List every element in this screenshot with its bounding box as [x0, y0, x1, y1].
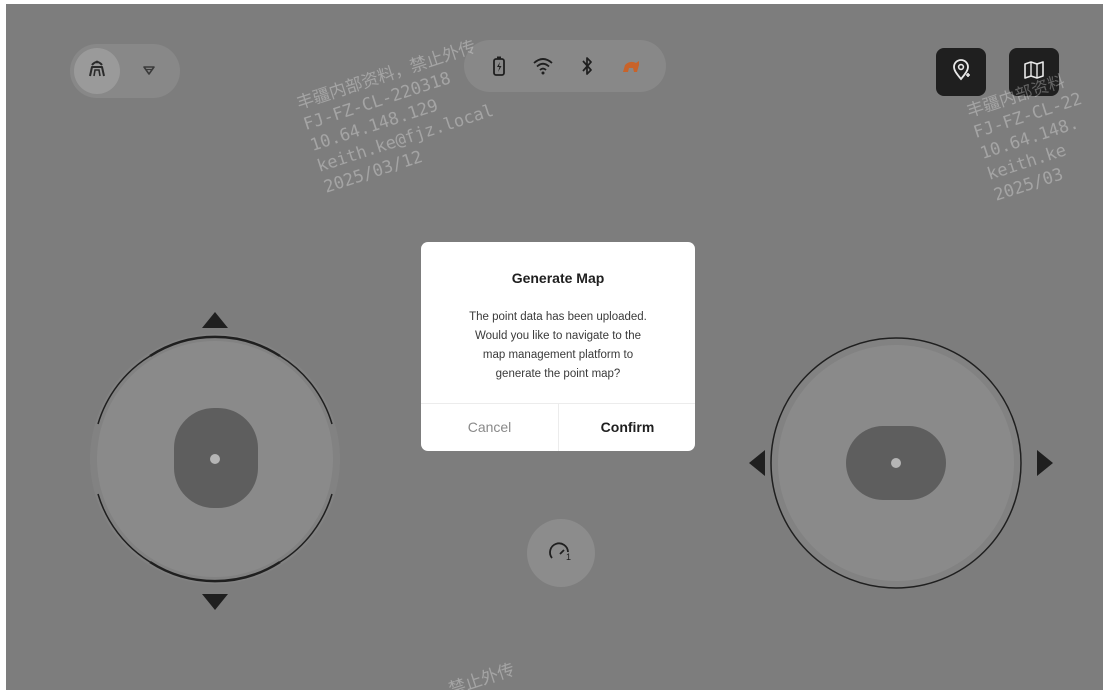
watermark-line: 10.64.148.129 — [307, 95, 441, 156]
left-joystick[interactable] — [90, 304, 340, 624]
watermark-footer: 禁止外传 — [446, 659, 517, 690]
watermark-line: 10.64.148. — [977, 113, 1082, 164]
bluetooth-icon — [576, 55, 598, 77]
location-add-icon — [949, 58, 973, 87]
generate-map-dialog: Generate Map The point data has been upl… — [421, 242, 695, 451]
watermark-line: keith.ke@fjz.local — [314, 100, 497, 177]
watermark-line: 禁止外传 — [446, 659, 518, 690]
arrow-left-icon — [749, 450, 765, 476]
filter-triangle-icon[interactable] — [138, 60, 160, 82]
robot-mode-button[interactable] — [74, 48, 120, 94]
robot-dog-icon — [84, 56, 110, 87]
status-bar — [464, 40, 666, 92]
dialog-message-line: The point data has been uploaded. — [469, 311, 647, 323]
speed-button[interactable]: 1 — [527, 519, 595, 587]
watermark-line: keith.ke — [984, 140, 1069, 185]
robot-control-screen: 1 丰疆内部资料，禁止外传 FJ-FZ-CL-220318 10.64.148.… — [6, 4, 1103, 690]
dialog-message-line: generate the point map? — [495, 368, 621, 380]
cancel-button[interactable]: Cancel — [421, 403, 558, 451]
dialog-message: The point data has been uploaded. Would … — [441, 308, 675, 384]
confirm-button[interactable]: Confirm — [559, 403, 695, 451]
watermark-line: 2025/03 — [991, 164, 1066, 206]
right-joystick[interactable] — [741, 332, 1061, 594]
wifi-icon — [532, 55, 554, 77]
watermark-line: 丰疆内部资料，禁止外传 — [294, 37, 479, 114]
mode-selector[interactable] — [70, 44, 180, 98]
map-edit-button[interactable] — [1009, 48, 1059, 96]
watermark-line: FJ-FZ-CL-22 — [971, 89, 1085, 143]
dialog-message-line: map management platform to — [482, 349, 634, 361]
arrow-up-icon — [202, 312, 228, 328]
battery-charging-icon — [488, 55, 510, 77]
speed-gauge-icon: 1 — [548, 540, 574, 566]
watermark-line: 2025/03/12 — [321, 147, 426, 198]
arrow-right-icon — [1037, 450, 1053, 476]
watermark-line: FJ-FZ-CL-220318 — [301, 68, 454, 135]
arrow-down-icon — [202, 594, 228, 610]
robot-status-icon — [620, 55, 642, 77]
map-edit-icon — [1022, 58, 1046, 87]
location-add-button[interactable] — [936, 48, 986, 96]
dialog-message-line: Would you like to navigate to the — [474, 330, 641, 342]
dialog-title: Generate Map — [511, 270, 605, 286]
speed-level-label: 1 — [566, 552, 572, 562]
